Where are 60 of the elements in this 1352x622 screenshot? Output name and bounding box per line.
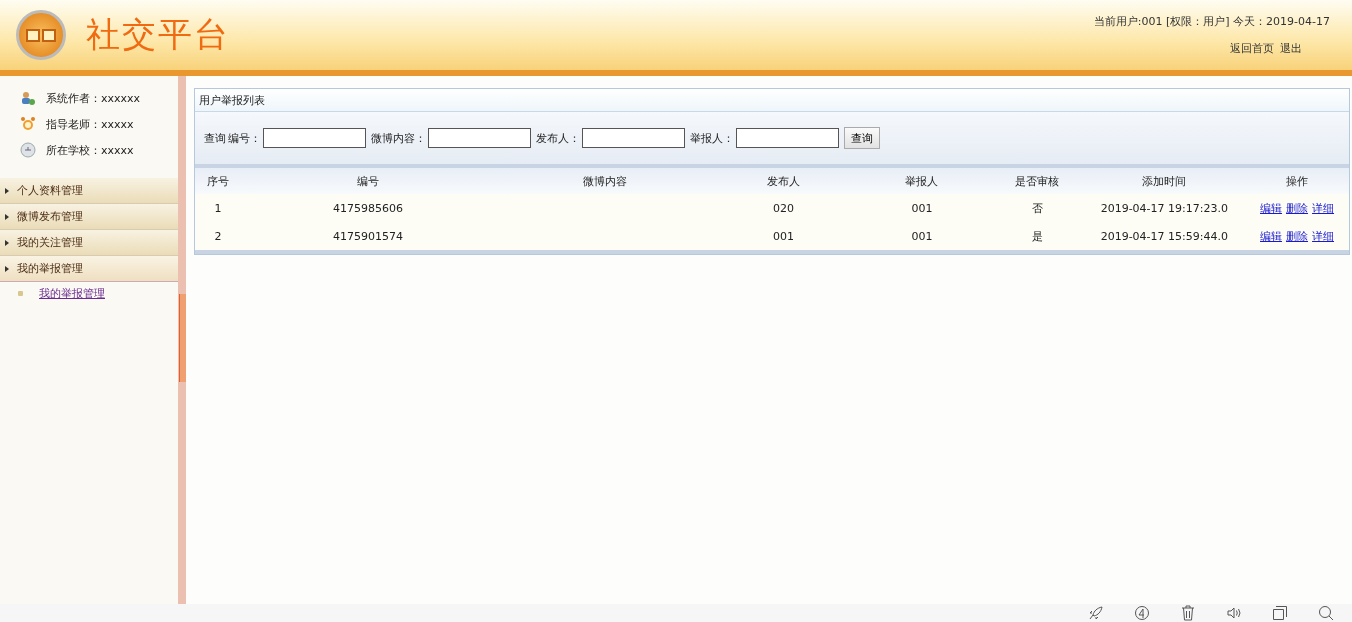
table-cell: 否 bbox=[991, 194, 1084, 222]
table-cell: 001 bbox=[714, 222, 853, 252]
table-cell: 001 bbox=[852, 222, 992, 252]
action-link[interactable]: 删除 bbox=[1286, 228, 1309, 244]
window-icon[interactable] bbox=[1272, 605, 1288, 621]
clock-icon bbox=[20, 142, 36, 158]
action-link[interactable]: 删除 bbox=[1286, 200, 1309, 216]
field-label: 举报人： bbox=[690, 130, 734, 146]
table-cell: 1 bbox=[195, 194, 242, 222]
speed-dial-icon[interactable] bbox=[1134, 605, 1150, 621]
info-text: 指导老师：xxxxx bbox=[46, 116, 134, 132]
info-text: 系统作者：xxxxxx bbox=[46, 90, 141, 106]
column-header: 序号 bbox=[195, 168, 242, 194]
column-header: 添加时间 bbox=[1083, 168, 1246, 194]
collapse-handle[interactable] bbox=[179, 294, 186, 382]
search-field[interactable] bbox=[582, 128, 685, 148]
table-cell: 2019-04-17 15:59:44.0 bbox=[1083, 222, 1246, 252]
menu-header[interactable]: 我的关注管理 bbox=[0, 230, 178, 256]
action-link[interactable]: 详细 bbox=[1312, 200, 1335, 216]
table-cell: 4175901574 bbox=[241, 222, 496, 252]
trash-icon[interactable] bbox=[1180, 605, 1196, 621]
table-cell: 020 bbox=[714, 194, 853, 222]
table-cell: 001 bbox=[852, 194, 992, 222]
table-cell: 4175985606 bbox=[241, 194, 496, 222]
search-button[interactable]: 查询 bbox=[844, 127, 880, 149]
search-label: 查询 bbox=[204, 130, 226, 146]
header-link[interactable]: 返回首页 bbox=[1230, 41, 1274, 56]
column-header: 举报人 bbox=[852, 168, 992, 194]
action-link[interactable]: 编辑 bbox=[1260, 228, 1283, 244]
column-header: 编号 bbox=[241, 168, 496, 194]
logo-icon bbox=[16, 10, 66, 60]
rocket-icon[interactable] bbox=[1088, 605, 1104, 621]
search-field[interactable] bbox=[736, 128, 839, 148]
field-label: 编号： bbox=[228, 130, 261, 146]
alarm-clock-icon bbox=[20, 116, 36, 132]
table-cell: 是 bbox=[991, 222, 1084, 252]
search-field[interactable] bbox=[428, 128, 531, 148]
field-label: 微博内容： bbox=[371, 130, 426, 146]
menu-header[interactable]: 个人资料管理 bbox=[0, 178, 178, 204]
action-link[interactable]: 编辑 bbox=[1260, 200, 1283, 216]
column-header: 发布人 bbox=[714, 168, 853, 194]
search-icon[interactable] bbox=[1318, 605, 1334, 621]
column-header: 是否审核 bbox=[991, 168, 1084, 194]
header-link[interactable]: 退出 bbox=[1280, 41, 1302, 56]
menu-header[interactable]: 我的举报管理 bbox=[0, 256, 178, 282]
table-cell: 2 bbox=[195, 222, 242, 252]
table-cell: 2019-04-17 19:17:23.0 bbox=[1083, 194, 1246, 222]
column-header: 操作 bbox=[1245, 168, 1349, 194]
speaker-icon[interactable] bbox=[1226, 605, 1242, 621]
users-icon bbox=[20, 90, 36, 106]
menu-header[interactable]: 微博发布管理 bbox=[0, 204, 178, 230]
action-link[interactable]: 详细 bbox=[1312, 228, 1335, 244]
info-text: 所在学校：xxxxx bbox=[46, 142, 134, 158]
submenu-link[interactable]: 我的举报管理 bbox=[39, 286, 105, 301]
column-header: 微博内容 bbox=[495, 168, 715, 194]
bullet-icon bbox=[18, 291, 23, 296]
site-title: 社交平台 bbox=[86, 13, 230, 56]
field-label: 发布人： bbox=[536, 130, 580, 146]
search-field[interactable] bbox=[263, 128, 366, 148]
user-info: 当前用户:001 [权限：用户] 今天：2019-04-17 bbox=[1093, 14, 1330, 29]
